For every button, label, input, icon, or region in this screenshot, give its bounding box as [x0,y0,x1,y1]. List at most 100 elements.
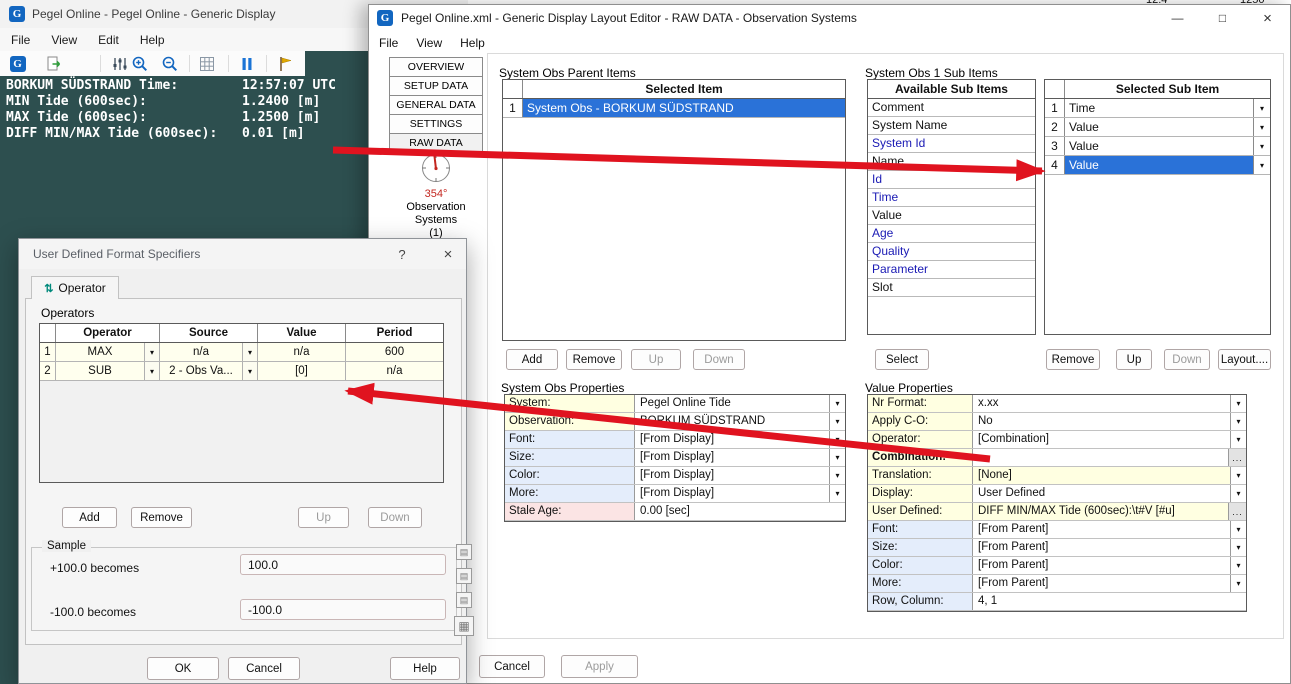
user-defined-format-value[interactable]: DIFF MIN/MAX Tide (600sec):\t#V [#u] [973,503,1228,520]
window-edge-icon[interactable]: ▤ [456,568,472,584]
dropdown-arrow-icon[interactable]: ▾ [829,395,845,412]
dropdown-arrow-icon[interactable]: ▾ [144,362,159,380]
parent-add-button[interactable]: Add [506,349,558,370]
compass-widget[interactable]: 354° Observation Systems (1) [389,151,483,240]
flag-icon[interactable] [276,54,295,73]
menu-edit[interactable]: Edit [98,33,119,47]
property-value[interactable]: [Combination] [973,431,1230,448]
dialog-down-button[interactable]: Down [368,507,422,528]
dropdown-arrow-icon[interactable]: ▾ [829,413,845,430]
close-button[interactable]: × [1245,5,1290,31]
layout-button[interactable]: Layout.... [1218,349,1271,370]
dropdown-arrow-icon[interactable]: ▾ [1253,156,1270,174]
sub-up-button[interactable]: Up [1116,349,1152,370]
list-item[interactable]: Slot [868,279,1035,297]
operators-table[interactable]: Operator Source Value Period 1 MAX▾ n/a▾… [39,323,444,483]
table-row[interactable]: 4 Value ▾ [1045,156,1270,175]
dialog-add-button[interactable]: Add [62,507,117,528]
list-item[interactable]: Parameter [868,261,1035,279]
nav-setup-data-button[interactable]: SETUP DATA [389,76,483,96]
operator-row[interactable]: 2 SUB▾ 2 - Obs Va...▾ [0] n/a [40,362,443,381]
property-value[interactable]: [From Parent] [973,521,1230,538]
zoom-out-icon[interactable] [160,54,179,73]
dialog-help-button[interactable]: Help [390,657,460,680]
ellipsis-button[interactable]: ... [1228,503,1246,520]
list-item[interactable]: System Name [868,117,1035,135]
minimize-button[interactable]: — [1155,5,1200,31]
period-cell[interactable]: 600 [346,343,443,361]
dropdown-arrow-icon[interactable]: ▾ [1230,467,1246,484]
menu-help[interactable]: Help [460,36,485,50]
selected-sub-items-table[interactable]: Selected Sub Item 1 Time ▾ 2 Value ▾ 3 V… [1044,79,1271,335]
editor-cancel-button[interactable]: Cancel [479,655,545,678]
dropdown-arrow-icon[interactable]: ▾ [829,431,845,448]
parent-items-table[interactable]: Selected Item 1 System Obs - BORKUM SÜDS… [502,79,846,341]
dialog-cancel-button[interactable]: Cancel [228,657,300,680]
list-item[interactable]: Id [868,171,1035,189]
property-value[interactable]: [From Display] [635,485,829,502]
sample-positive-field[interactable]: 100.0 [240,554,446,575]
list-item[interactable]: Time [868,189,1035,207]
nav-general-data-button[interactable]: GENERAL DATA [389,95,483,115]
dropdown-arrow-icon[interactable]: ▾ [1230,431,1246,448]
property-value[interactable]: [From Display] [635,449,829,466]
property-value[interactable]: x.xx [973,395,1230,412]
nav-overview-button[interactable]: OVERVIEW [389,57,483,77]
menu-help[interactable]: Help [140,33,165,47]
sub-item-value-selected[interactable]: Value [1065,156,1253,174]
sub-item-value[interactable]: Time [1065,99,1253,117]
dropdown-arrow-icon[interactable]: ▾ [1230,485,1246,502]
table-row[interactable]: 2 Value ▾ [1045,118,1270,137]
dialog-close-button[interactable]: × [431,239,465,269]
editor-apply-button[interactable]: Apply [561,655,638,678]
table-row[interactable]: 1 System Obs - BORKUM SÜDSTRAND [503,99,845,118]
parent-remove-button[interactable]: Remove [566,349,622,370]
dropdown-arrow-icon[interactable]: ▾ [1253,99,1270,117]
value-cell[interactable]: [0] [258,362,346,380]
window-edge-icon[interactable]: ▤ [456,544,472,560]
operator-select[interactable]: MAX▾ [56,343,160,361]
sub-down-button[interactable]: Down [1164,349,1210,370]
property-value[interactable]: [None] [973,467,1230,484]
sub-remove-button[interactable]: Remove [1046,349,1100,370]
available-sub-items-list[interactable]: Available Sub Items Comment System Name … [867,79,1036,335]
list-item[interactable]: Quality [868,243,1035,261]
dropdown-arrow-icon[interactable]: ▾ [829,449,845,466]
nav-raw-data-button[interactable]: RAW DATA [389,133,483,153]
property-value[interactable]: BORKUM SÜDSTRAND [635,413,829,430]
parent-up-button[interactable]: Up [631,349,681,370]
combination-value[interactable]: MAX(600) SUB[ 2 - Obs Value] [973,449,1228,466]
ellipsis-button[interactable]: ... [1228,449,1246,466]
sub-item-value[interactable]: Value [1065,137,1253,155]
select-button[interactable]: Select [875,349,929,370]
property-value[interactable]: [From Display] [635,431,829,448]
dialog-ok-button[interactable]: OK [147,657,219,680]
dropdown-arrow-icon[interactable]: ▾ [242,362,257,380]
dropdown-arrow-icon[interactable]: ▾ [1253,137,1270,155]
property-value[interactable]: User Defined [973,485,1230,502]
dropdown-arrow-icon[interactable]: ▾ [1253,118,1270,136]
menu-file[interactable]: File [11,33,30,47]
property-value[interactable]: Pegel Online Tide [635,395,829,412]
source-select[interactable]: 2 - Obs Va...▾ [160,362,258,380]
dropdown-arrow-icon[interactable]: ▾ [829,485,845,502]
dropdown-arrow-icon[interactable]: ▾ [144,343,159,361]
list-item[interactable]: Comment [868,99,1035,117]
dropdown-arrow-icon[interactable]: ▾ [829,467,845,484]
value-cell[interactable]: n/a [258,343,346,361]
window-edge-grid-icon[interactable]: ▦ [454,616,474,636]
property-value[interactable]: 0.00 [sec] [635,503,845,520]
dialog-remove-button[interactable]: Remove [131,507,192,528]
pause-icon[interactable] [237,54,256,73]
dialog-up-button[interactable]: Up [298,507,349,528]
dropdown-arrow-icon[interactable]: ▾ [1230,521,1246,538]
tab-operator[interactable]: ⇅ Operator [31,276,119,299]
list-item[interactable]: Name [868,153,1035,171]
sample-negative-field[interactable]: -100.0 [240,599,446,620]
nav-settings-button[interactable]: SETTINGS [389,114,483,134]
period-cell[interactable]: n/a [346,362,443,380]
filter-sliders-icon[interactable] [110,54,129,73]
export-icon[interactable] [44,54,63,73]
list-item[interactable]: Value [868,207,1035,225]
menu-file[interactable]: File [379,36,398,50]
